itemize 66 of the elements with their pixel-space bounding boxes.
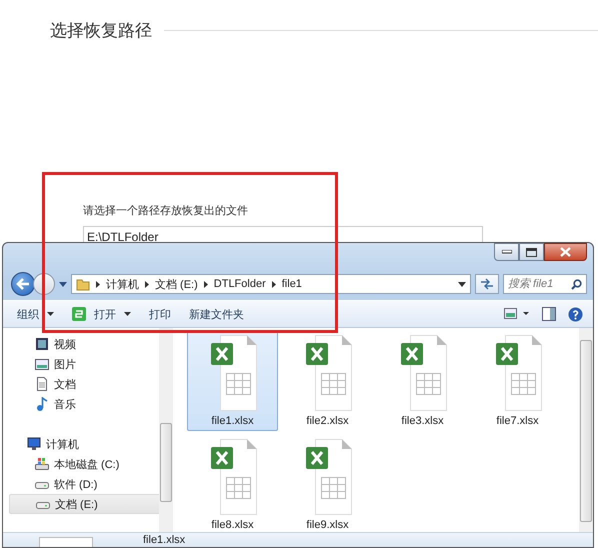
- address-bar[interactable]: 计算机 文档 (E:) DTLFolder file1: [71, 274, 471, 294]
- chevron-icon: [272, 280, 276, 288]
- maximize-icon: [526, 248, 537, 256]
- breadcrumb-item[interactable]: DTLFolder: [214, 278, 266, 290]
- caret-icon: [47, 312, 54, 316]
- scrollbar-thumb[interactable]: [580, 340, 592, 522]
- sidebar-item[interactable]: 计算机: [9, 434, 167, 454]
- breadcrumb-item[interactable]: 文档 (E:): [155, 276, 198, 292]
- search-field[interactable]: 搜索 file1: [503, 274, 587, 294]
- maximize-button[interactable]: [519, 243, 544, 261]
- file-item[interactable]: file9.xlsx: [282, 435, 373, 535]
- music-note-icon: [35, 397, 49, 411]
- breadcrumb-item[interactable]: file1: [282, 278, 302, 290]
- caret-icon: [124, 312, 131, 316]
- help-icon[interactable]: [568, 306, 583, 322]
- app-icon: [72, 307, 86, 321]
- computer-icon: [27, 437, 41, 451]
- file-name: file8.xlsx: [211, 519, 254, 531]
- minimize-button[interactable]: [494, 243, 519, 261]
- selected-file-name: file1.xlsx: [143, 534, 186, 546]
- file-item[interactable]: file2.xlsx: [282, 331, 373, 431]
- dropdown-caret-icon: [458, 282, 466, 286]
- sidebar-item[interactable]: 视频: [9, 334, 167, 354]
- sidebar-item[interactable]: 本地磁盘 (C:): [9, 454, 167, 474]
- refresh-icon: [480, 278, 494, 290]
- toolbar-menu-button[interactable]: 组织: [17, 306, 54, 322]
- back-button[interactable]: [11, 272, 35, 296]
- folder-icon: [76, 277, 90, 291]
- sidebar-item[interactable]: 音乐: [9, 394, 167, 414]
- file-name: file1.xlsx: [211, 415, 254, 427]
- file-item[interactable]: file8.xlsx: [187, 435, 278, 535]
- sidebar-item[interactable]: 文档: [9, 374, 167, 394]
- back-arrow-icon: [16, 278, 30, 290]
- page-title: 选择恢复路径: [50, 20, 152, 42]
- view-options-icon[interactable]: [504, 308, 530, 320]
- toolbar-menu-button[interactable]: 打开: [72, 306, 131, 322]
- sidebar-item[interactable]: 软件 (D:): [9, 474, 167, 494]
- search-icon: [571, 279, 582, 290]
- document-icon: [35, 377, 49, 391]
- close-button[interactable]: [544, 243, 587, 261]
- file-name: file7.xlsx: [496, 415, 539, 427]
- history-dropdown[interactable]: [59, 282, 67, 286]
- file-name: file3.xlsx: [401, 415, 444, 427]
- drive-icon: [35, 457, 49, 471]
- scrollbar[interactable]: [159, 328, 173, 532]
- minimize-icon: [502, 250, 512, 254]
- file-name: file2.xlsx: [306, 415, 349, 427]
- file-name: file9.xlsx: [306, 519, 349, 531]
- file-item[interactable]: file1.xlsx: [187, 331, 278, 431]
- file-item[interactable]: file3.xlsx: [377, 331, 468, 431]
- close-icon: [560, 247, 571, 257]
- chevron-icon: [204, 280, 208, 288]
- toolbar-button[interactable]: 打印: [149, 306, 171, 322]
- sidebar-item[interactable]: 图片: [9, 354, 167, 374]
- chevron-icon: [145, 280, 149, 288]
- toolbar-button[interactable]: 新建文件夹: [189, 306, 244, 322]
- path-label: 请选择一个路径存放恢复出的文件: [83, 204, 249, 218]
- file-item[interactable]: file7.xlsx: [472, 331, 563, 431]
- breadcrumb-item[interactable]: 计算机: [106, 276, 139, 292]
- scrollbar-thumb[interactable]: [160, 423, 172, 502]
- refresh-button[interactable]: [475, 274, 499, 294]
- picture-icon: [35, 357, 49, 371]
- scrollbar[interactable]: [579, 328, 593, 532]
- preview-pane-icon[interactable]: [542, 307, 556, 321]
- film-icon: [35, 337, 49, 351]
- chevron-icon: [96, 280, 100, 288]
